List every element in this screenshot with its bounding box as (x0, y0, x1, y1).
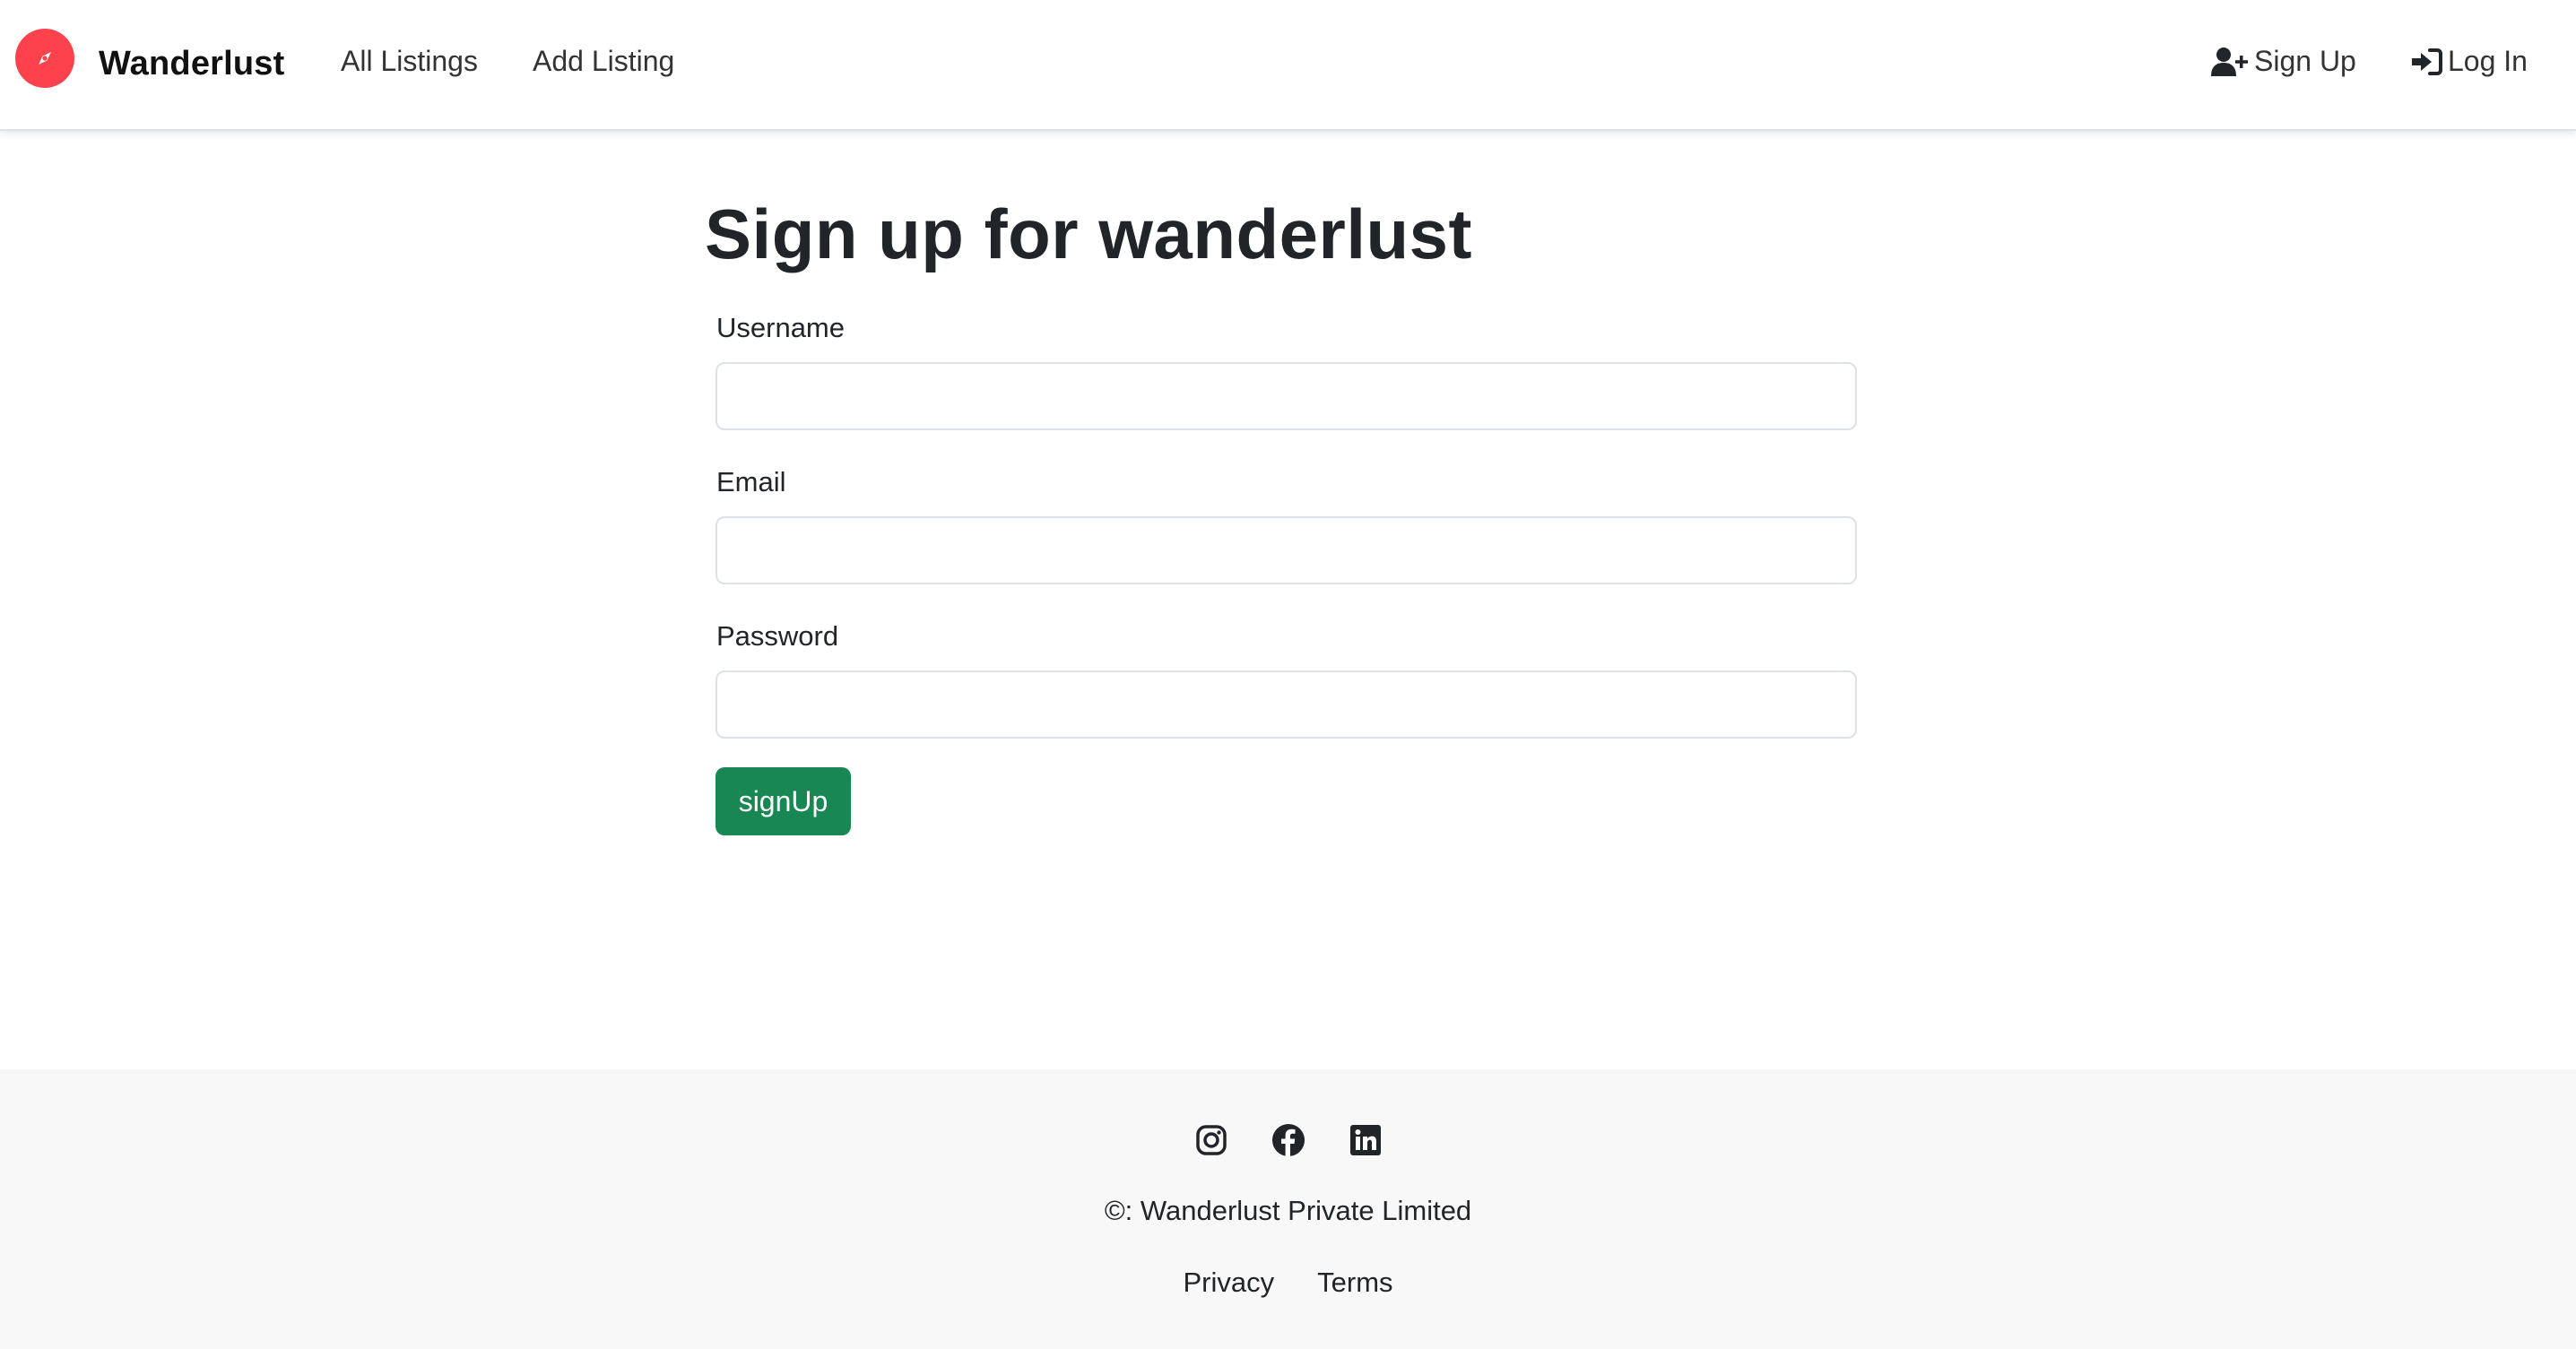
page-title: Sign up for wanderlust (705, 195, 1473, 273)
instagram-icon[interactable] (1194, 1123, 1228, 1157)
social-links (0, 1123, 2576, 1157)
footer: ©: Wanderlust Private Limited Privacy Te… (0, 1069, 2576, 1349)
password-input[interactable] (716, 670, 1857, 739)
username-input[interactable] (716, 362, 1857, 430)
copyright-text: ©: Wanderlust Private Limited (1104, 1195, 1472, 1226)
nav-add-listing[interactable]: Add Listing (533, 45, 674, 78)
email-label: Email (716, 466, 786, 497)
username-label: Username (716, 312, 845, 343)
signup-button[interactable]: signUp (716, 767, 851, 835)
brand-logo[interactable] (15, 29, 74, 88)
terms-link[interactable]: Terms (1317, 1267, 1392, 1299)
sign-in-icon (2412, 48, 2442, 75)
password-label: Password (716, 620, 839, 652)
facebook-icon[interactable] (1271, 1123, 1305, 1157)
login-label: Log In (2448, 45, 2528, 77)
signup-label: Sign Up (2254, 45, 2356, 77)
user-plus-icon (2211, 47, 2248, 76)
main-content: Sign up for wanderlust Username Email Pa… (0, 131, 2576, 1069)
email-input[interactable] (716, 516, 1857, 584)
compass-icon (39, 52, 51, 65)
footer-links: Privacy Terms (0, 1267, 2576, 1299)
nav-all-listings[interactable]: All Listings (341, 45, 478, 78)
brand-name[interactable]: Wanderlust (99, 45, 285, 83)
navbar: Wanderlust All Listings Add Listing Sign… (0, 0, 2576, 131)
linkedin-icon[interactable] (1349, 1123, 1383, 1157)
login-link[interactable]: Log In (2410, 45, 2528, 78)
privacy-link[interactable]: Privacy (1183, 1267, 1274, 1299)
signup-link[interactable]: Sign Up (2211, 45, 2356, 78)
